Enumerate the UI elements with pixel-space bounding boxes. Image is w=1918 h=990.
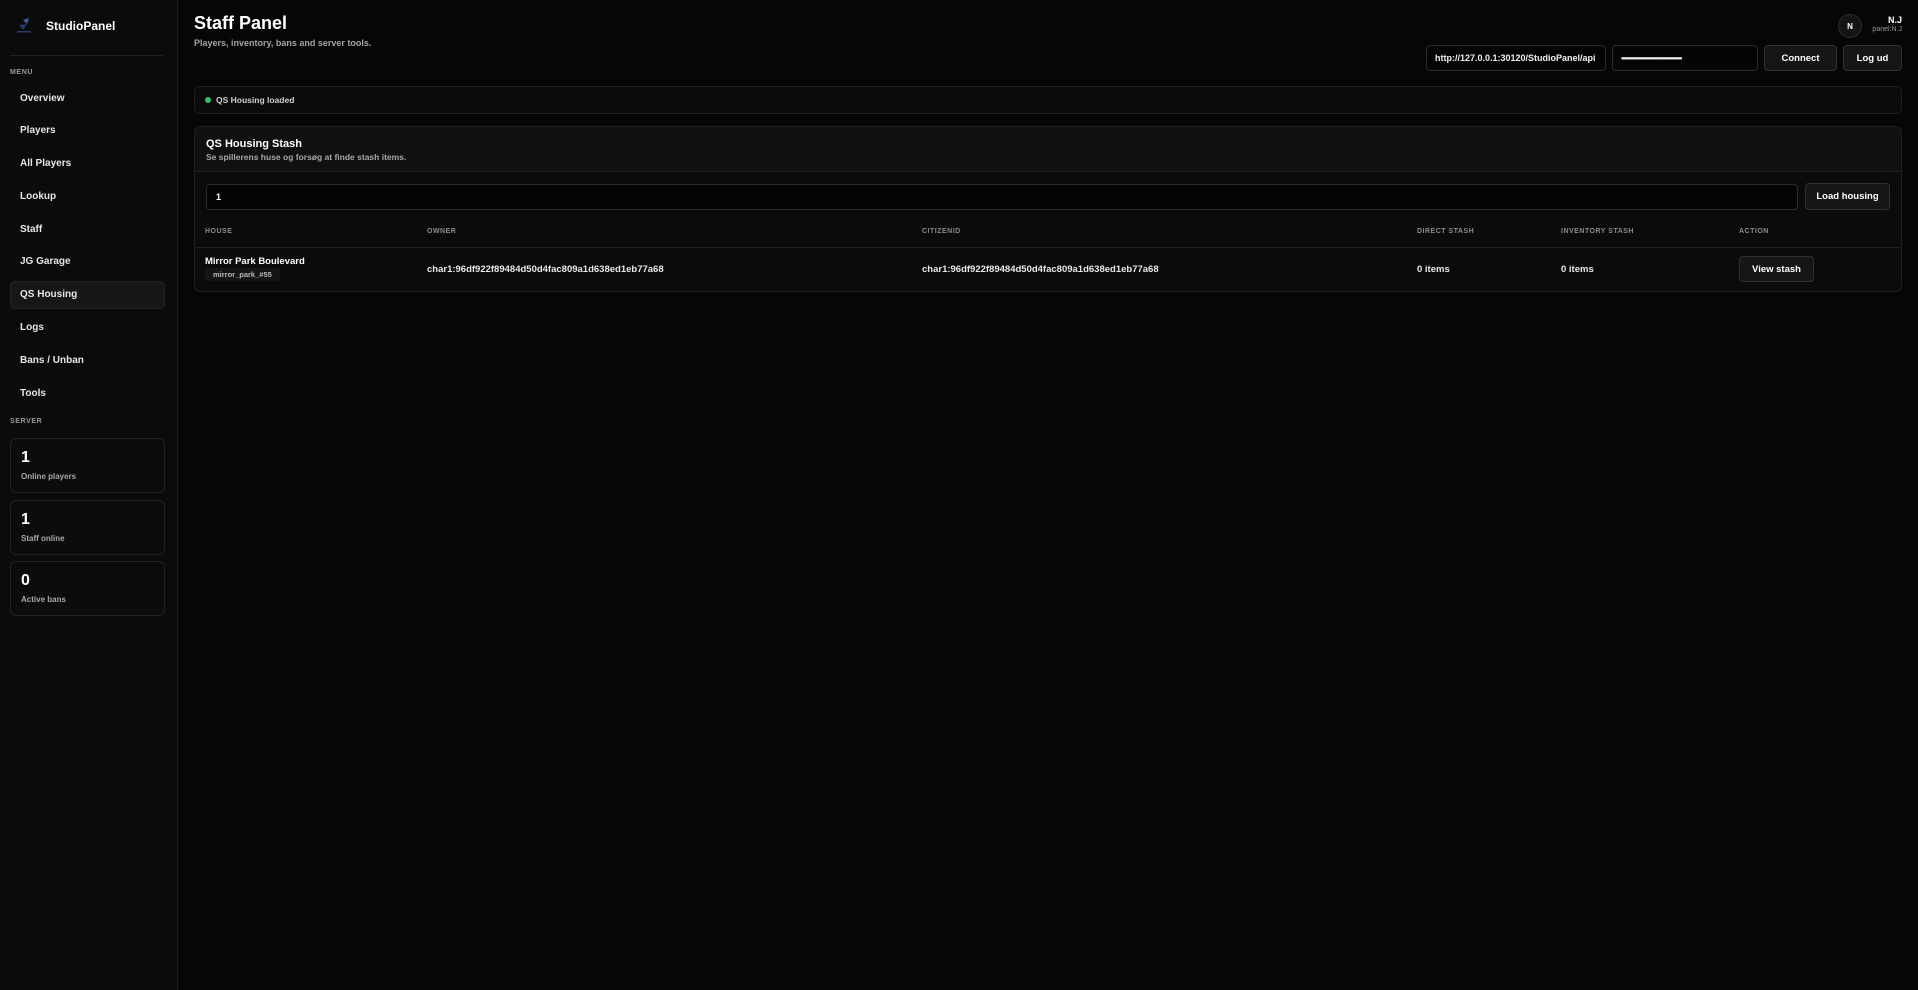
api-url-input[interactable]: http://127.0.0.1:30120/StudioPanel/api (1426, 45, 1606, 71)
sidebar-item-label: QS Housing (20, 289, 78, 301)
sidebar-nav: Overview Players All Players Lookup Staf… (10, 84, 165, 412)
sidebar-item-logs[interactable]: Logs (10, 314, 165, 342)
sidebar-item-qs-housing[interactable]: QS Housing (10, 280, 165, 309)
sidebar-item-bans-unban[interactable]: Bans / Unban (10, 346, 165, 374)
sidebar-item-staff[interactable]: Staff (10, 215, 165, 243)
sidebar-item-label: Players (20, 125, 56, 137)
table-header-divider (195, 247, 1901, 248)
sidebar-item-overview[interactable]: Overview (10, 84, 165, 112)
api-token-input[interactable]: ••••••••••••••••••••••••••••••••••••••••… (1612, 45, 1758, 71)
stat-card-online-players: 1 Online players (10, 438, 165, 493)
user-name: N.J (1887, 15, 1902, 25)
stat-label: Online players (21, 472, 77, 481)
sidebar-item-label: Tools (20, 387, 46, 399)
card-title: QS Housing Stash (206, 138, 302, 150)
divider (10, 55, 163, 56)
stat-value: 1 (21, 511, 30, 528)
sidebar-item-label: Staff (20, 223, 43, 235)
sidebar-item-all-players[interactable]: All Players (10, 150, 165, 178)
sidebar: StudioPanel MENU Overview Players All Pl… (0, 0, 178, 990)
direct-stash-cell: 0 items (1417, 264, 1450, 275)
page-subtitle: Players, inventory, bans and server tool… (194, 38, 372, 48)
studiopanel-logo-icon (14, 17, 34, 35)
stat-card-active-bans: 0 Active bans (10, 561, 165, 616)
load-housing-button[interactable]: Load housing (1805, 183, 1890, 210)
column-header-owner: OWNER (427, 228, 457, 235)
sidebar-item-tools[interactable]: Tools (10, 379, 165, 407)
page-title: Staff Panel (194, 13, 288, 33)
house-name: Mirror Park Boulevard (205, 256, 305, 267)
citizenid-cell: char1:96df922f89484d50d4fac809a1d638ed1e… (922, 264, 1159, 275)
stat-label: Staff online (21, 534, 65, 543)
sidebar-item-label: All Players (20, 158, 72, 170)
logout-button[interactable]: Log ud (1843, 45, 1902, 71)
column-header-house: HOUSE (205, 228, 233, 235)
sidebar-item-label: Logs (20, 322, 44, 334)
inventory-stash-cell: 0 items (1561, 264, 1594, 275)
column-header-direct-stash: DIRECT STASH (1417, 228, 1475, 235)
stat-label: Active bans (21, 595, 66, 604)
house-id-badge: mirror_park_#55 (205, 268, 280, 281)
user-handle: panel:N.J (1872, 26, 1902, 33)
stat-value: 1 (21, 449, 30, 466)
status-bar: QS Housing loaded (194, 86, 1902, 114)
status-text: QS Housing loaded (216, 95, 295, 105)
sidebar-item-label: Overview (20, 92, 65, 104)
card-header: QS Housing Stash Se spillerens huse og f… (195, 127, 1901, 172)
menu-section-label: MENU (10, 69, 34, 76)
citizen-search-input[interactable]: 1 (206, 184, 1798, 210)
server-section-label: SERVER (10, 418, 43, 425)
card-subtitle: Se spillerens huse og forsøg at finde st… (206, 152, 407, 162)
brand-name: StudioPanel (46, 19, 116, 33)
stat-value: 0 (21, 572, 30, 589)
sidebar-item-players[interactable]: Players (10, 117, 165, 145)
brand[interactable]: StudioPanel (14, 16, 115, 36)
column-header-action: ACTION (1739, 228, 1769, 235)
sidebar-item-label: Lookup (20, 190, 57, 202)
sidebar-item-label: Bans / Unban (20, 354, 84, 366)
sidebar-item-jg-garage[interactable]: JG Garage (10, 248, 165, 276)
connect-button[interactable]: Connect (1764, 45, 1837, 71)
column-header-inventory-stash: INVENTORY STASH (1561, 228, 1634, 235)
qs-housing-card: QS Housing Stash Se spillerens huse og f… (194, 126, 1902, 292)
status-dot-icon (205, 97, 211, 103)
sidebar-item-lookup[interactable]: Lookup (10, 182, 165, 210)
sidebar-item-label: JG Garage (20, 256, 71, 268)
column-header-citizenid: CITIZENID (922, 228, 961, 235)
stat-card-staff-online: 1 Staff online (10, 500, 165, 555)
avatar[interactable]: N (1838, 14, 1862, 38)
view-stash-button[interactable]: View stash (1739, 256, 1814, 282)
owner-cell: char1:96df922f89484d50d4fac809a1d638ed1e… (427, 264, 664, 275)
